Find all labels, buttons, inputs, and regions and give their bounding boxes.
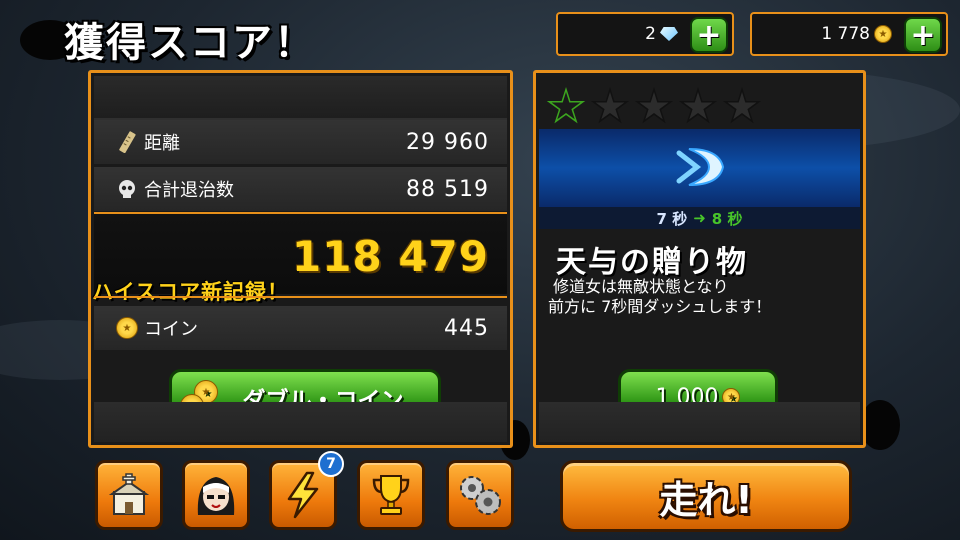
results-footer-bar bbox=[94, 402, 507, 442]
star-inner bbox=[595, 92, 625, 120]
star-inner bbox=[727, 92, 757, 120]
duration-next: 8 秒 bbox=[711, 209, 743, 228]
total-score-area: 118 479 ハイスコア新記録！ bbox=[92, 214, 507, 304]
church-button[interactable] bbox=[95, 460, 163, 530]
buy-coins-button[interactable]: + bbox=[904, 17, 942, 53]
skill-level-stars bbox=[546, 87, 762, 127]
results-panel-body: 距離 29 960 合計退治数 88 519 118 479 ハイスコア新記録！… bbox=[91, 73, 510, 445]
skill-panel: 7 秒 ➜ 8 秒 天与の贈り物 修道女は無敵状態となり 前方に 7秒間ダッシュ… bbox=[533, 70, 866, 448]
lightning-upgrade-icon bbox=[287, 471, 319, 519]
skill-banner bbox=[539, 129, 860, 207]
divider bbox=[94, 296, 507, 298]
settings-gears-icon bbox=[460, 476, 501, 515]
new-highscore-label: ハイスコア新記録！ bbox=[92, 280, 289, 304]
buy-gems-button[interactable]: + bbox=[690, 17, 728, 53]
empty-star-icon bbox=[590, 87, 630, 124]
star-inner bbox=[683, 92, 713, 120]
coin-icon: ★ bbox=[116, 317, 138, 339]
filled-star-icon bbox=[546, 87, 586, 124]
skill-description: 修道女は無敵状態となり 前方に 7秒間ダッシュします！ bbox=[548, 277, 771, 317]
empty-star-icon bbox=[678, 87, 718, 124]
arrow-right-icon: ➜ bbox=[693, 209, 706, 227]
kills-label: 合計退治数 bbox=[144, 180, 234, 201]
trophy-icon bbox=[372, 475, 410, 515]
ruler-icon bbox=[119, 131, 136, 153]
dash-skill-icon bbox=[676, 148, 725, 186]
ink-splatter bbox=[860, 400, 900, 450]
total-score: 118 479 bbox=[292, 232, 489, 281]
duration-current: 7 秒 bbox=[656, 209, 688, 228]
character-button[interactable] bbox=[182, 460, 250, 530]
skill-name: 天与の贈り物 bbox=[556, 245, 748, 280]
coins-row: ★ コイン 445 bbox=[94, 306, 507, 350]
gem-count: 2 bbox=[645, 24, 656, 44]
church-icon bbox=[108, 473, 150, 515]
kills-row: 合計退治数 88 519 bbox=[94, 167, 507, 211]
nun-character-icon bbox=[197, 477, 235, 515]
distance-value: 29 960 bbox=[406, 129, 489, 155]
coin-icon: ★ bbox=[874, 25, 892, 43]
star-inner bbox=[551, 92, 581, 120]
star-inner bbox=[639, 92, 669, 120]
results-panel: 距離 29 960 合計退治数 88 519 118 479 ハイスコア新記録！… bbox=[88, 70, 513, 448]
skill-panel-body: 7 秒 ➜ 8 秒 天与の贈り物 修道女は無敵状態となり 前方に 7秒間ダッシュ… bbox=[536, 73, 863, 445]
skill-description-line: 前方に 7秒間ダッシュします！ bbox=[548, 297, 772, 316]
gem-icon bbox=[660, 27, 678, 41]
notification-badge: 7 bbox=[318, 451, 344, 477]
empty-star-icon bbox=[722, 87, 762, 124]
skull-icon bbox=[119, 180, 135, 198]
coin-count: 1 778 bbox=[821, 24, 870, 44]
empty-star-icon bbox=[634, 87, 674, 124]
upgrades-button[interactable]: 7 bbox=[269, 451, 344, 530]
distance-row: 距離 29 960 bbox=[94, 120, 507, 164]
results-header-bar bbox=[94, 76, 507, 120]
achievements-button[interactable] bbox=[357, 460, 425, 530]
run-button[interactable]: 走れ! bbox=[560, 460, 852, 532]
skill-description-line: 修道女は無敵状態となり bbox=[553, 277, 729, 296]
coins-label: コイン bbox=[144, 319, 198, 340]
kills-value: 88 519 bbox=[406, 176, 489, 202]
settings-button[interactable] bbox=[446, 460, 514, 530]
skill-footer-bar bbox=[539, 402, 860, 442]
coin-counter: 1 778 ★ + bbox=[750, 12, 948, 56]
page-title: 獲得スコア！ bbox=[64, 20, 316, 66]
duration-upgrade: 7 秒 ➜ 8 秒 bbox=[539, 207, 860, 229]
distance-label: 距離 bbox=[144, 133, 180, 154]
gem-counter: 2 + bbox=[556, 12, 734, 56]
coins-value: 445 bbox=[444, 315, 489, 341]
